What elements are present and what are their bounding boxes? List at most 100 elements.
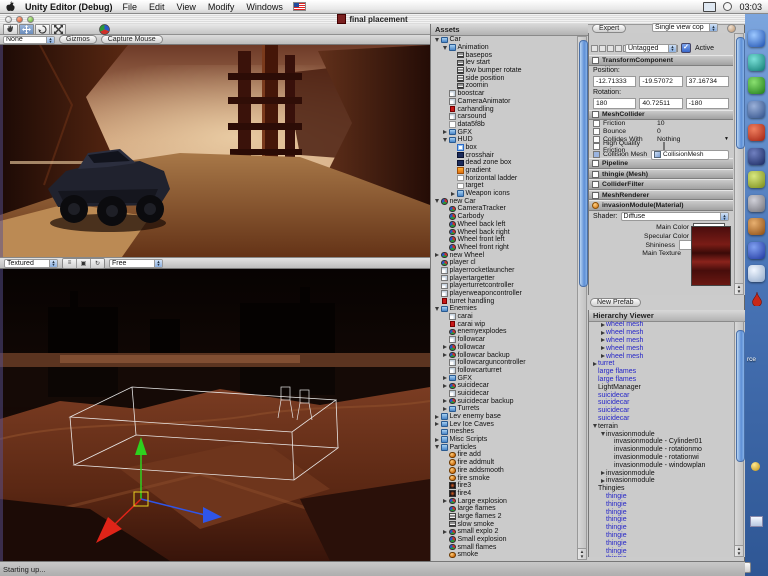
dock-icon-teal-app[interactable] (748, 54, 765, 71)
asset-item[interactable]: new Car (431, 197, 577, 205)
status-circle-icon[interactable] (723, 2, 732, 11)
collapsed-arrow-icon[interactable] (443, 499, 447, 503)
main-texture-thumbnail[interactable] (691, 226, 731, 286)
component-checkbox[interactable] (592, 57, 599, 64)
gizmos-button[interactable]: Gizmos (59, 35, 97, 44)
asset-item[interactable]: fire smoke (431, 474, 577, 482)
capture-mouse-button[interactable]: Capture Mouse (101, 35, 163, 44)
hierarchy-item[interactable]: thingie (589, 493, 734, 501)
collapsed-arrow-icon[interactable] (601, 323, 605, 327)
toolbar-round-button[interactable] (727, 24, 736, 33)
hierarchy-item[interactable]: wheel mesh (589, 344, 734, 352)
asset-item[interactable]: Wheel back right (431, 228, 577, 236)
asset-item[interactable]: smoke (431, 551, 577, 559)
asset-item[interactable]: CameraTracker (431, 205, 577, 213)
asset-item[interactable]: Wheel back left (431, 221, 577, 229)
play-ball-button[interactable] (95, 24, 113, 34)
asset-item[interactable]: large flames 2 (431, 513, 577, 521)
hierarchy-item[interactable]: invasionmodule - rotationmo (589, 446, 734, 454)
asset-item[interactable]: zoomin (431, 82, 577, 90)
asset-item[interactable]: horizontal ladder (431, 174, 577, 182)
component-checkbox[interactable] (592, 192, 599, 199)
camera-mode-popup[interactable]: Free▲▼ (109, 259, 163, 268)
asset-item[interactable]: playerturretcontroller (431, 282, 577, 290)
expanded-arrow-icon[interactable] (435, 199, 439, 203)
asset-item[interactable]: carai (431, 313, 577, 321)
dock-icon-gray-app[interactable] (748, 195, 765, 212)
input-menu-flag-icon[interactable] (293, 2, 306, 11)
asset-item[interactable]: Particles (431, 443, 577, 451)
asset-item[interactable]: Enemies (431, 305, 577, 313)
hierarchy-item[interactable]: invasionmodule - windowplan (589, 461, 734, 469)
apple-menu-icon[interactable] (6, 1, 15, 12)
menu-windows[interactable]: Windows (246, 2, 283, 12)
dock-icon-green-app[interactable] (748, 77, 765, 94)
expanded-arrow-icon[interactable] (435, 38, 439, 42)
asset-item[interactable]: small explo 2 (431, 528, 577, 536)
component-checkbox[interactable] (592, 181, 599, 188)
collapsed-arrow-icon[interactable] (435, 422, 439, 426)
active-checkbox[interactable]: ✓ (681, 43, 691, 53)
asset-item[interactable]: suicidecar (431, 390, 577, 398)
asset-item[interactable]: fire3 (431, 482, 577, 490)
minimize-button[interactable] (16, 16, 23, 23)
asset-item[interactable]: Small explosion (431, 536, 577, 544)
asset-item[interactable]: crosshair (431, 151, 577, 159)
collapsed-arrow-icon[interactable] (443, 376, 447, 380)
asset-item[interactable]: lev start (431, 59, 577, 67)
hierarchy-item[interactable]: invasionmodule - rotationwi (589, 454, 734, 462)
menu-edit[interactable]: Edit (149, 2, 165, 12)
shader-popup[interactable]: Diffuse▲▼ (621, 212, 729, 221)
desktop-icon-label[interactable]: rce (747, 356, 756, 363)
collapsed-component-header[interactable]: ColliderFilter (589, 179, 733, 190)
menu-modify[interactable]: Modify (208, 2, 235, 12)
hierarchy-item[interactable]: suicidecar (589, 407, 734, 415)
rotation-y-field[interactable]: 40.72511 (639, 98, 682, 109)
component-checkbox[interactable] (592, 111, 599, 118)
asset-item[interactable]: low bumper rotate (431, 67, 577, 75)
collision-mesh-field[interactable]: CollisionMesh (651, 150, 729, 160)
scene-view[interactable] (0, 269, 430, 561)
asset-item[interactable]: fire addsmooth (431, 467, 577, 475)
hierarchy-item[interactable]: suicidecar (589, 391, 734, 399)
hierarchy-item[interactable]: invasionmodule (589, 430, 734, 438)
close-button[interactable] (5, 16, 12, 23)
dock-icon-finder[interactable] (748, 30, 765, 47)
asset-item[interactable]: carhandling (431, 105, 577, 113)
asset-item[interactable]: Carbody (431, 213, 577, 221)
asset-item[interactable]: fire4 (431, 490, 577, 498)
asset-item[interactable]: HUD (431, 136, 577, 144)
asset-item[interactable]: turret handling (431, 297, 577, 305)
component-tab[interactable] (599, 45, 606, 52)
asset-item[interactable]: target (431, 182, 577, 190)
menu-file[interactable]: File (123, 2, 138, 12)
new-prefab-button[interactable]: New Prefab (590, 298, 641, 307)
transform-component-header[interactable]: TransformComponent (589, 55, 733, 66)
component-tab[interactable] (607, 45, 614, 52)
asset-item[interactable]: Weapon icons (431, 190, 577, 198)
asset-item[interactable]: followcar (431, 336, 577, 344)
collapsed-arrow-icon[interactable] (443, 407, 447, 411)
desktop-file-icon[interactable] (750, 516, 763, 527)
hierarchy-scrollbar[interactable]: ▲▼ (734, 321, 744, 557)
collapsed-arrow-icon[interactable] (443, 353, 447, 357)
component-checkbox[interactable] (592, 160, 599, 167)
tag-popup[interactable]: Untagged▲▼ (625, 44, 677, 53)
move-tool-button[interactable] (19, 24, 34, 35)
hierarchy-item[interactable]: terrain (589, 422, 734, 430)
collapsed-arrow-icon[interactable] (601, 354, 605, 358)
rotate-view-toggle-icon[interactable]: ↻ (91, 259, 104, 268)
hierarchy-item[interactable]: large flames (589, 368, 734, 376)
hierarchy-item[interactable]: suicidecar (589, 415, 734, 423)
asset-item[interactable]: Large explosion (431, 497, 577, 505)
asset-item[interactable]: box (431, 144, 577, 152)
zoom-button[interactable] (27, 16, 34, 23)
hierarchy-item[interactable]: large flames (589, 376, 734, 384)
hierarchy-item[interactable]: thingie (589, 547, 734, 555)
hierarchy-item[interactable]: suicidecar (589, 399, 734, 407)
expanded-arrow-icon[interactable] (443, 46, 447, 50)
collapsed-arrow-icon[interactable] (443, 130, 447, 134)
menu-bar-clock[interactable]: 03:03 (739, 2, 762, 12)
asset-item[interactable]: playerrocketlauncher (431, 267, 577, 275)
asset-item[interactable]: large flames (431, 505, 577, 513)
